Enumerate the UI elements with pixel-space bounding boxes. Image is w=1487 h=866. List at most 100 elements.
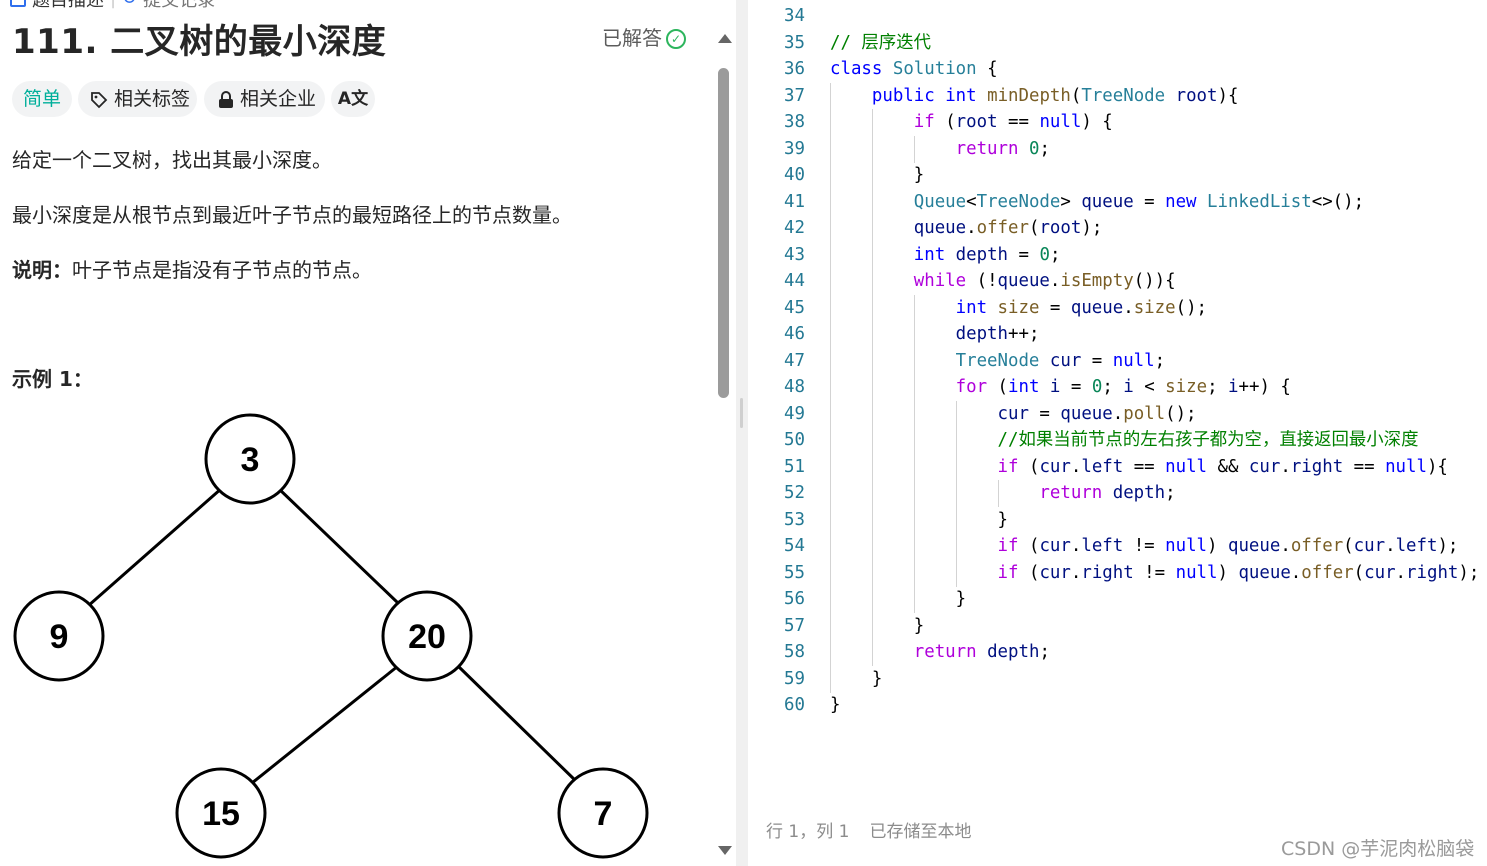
code-line[interactable]: 60} (748, 692, 1487, 719)
code-text[interactable]: if (cur.right != null) queue.offer(cur.r… (830, 560, 1480, 587)
code-line[interactable]: 46 depth++; (748, 321, 1487, 348)
code-line[interactable]: 38 if (root == null) { (748, 109, 1487, 136)
code-line[interactable]: 41 Queue<TreeNode> queue = new LinkedLis… (748, 188, 1487, 216)
line-number: 41 (784, 191, 805, 212)
example-title: 示例 1： (12, 367, 93, 391)
code-text[interactable]: return 0; (830, 136, 1050, 163)
solved-status: 已解答 ✓ (602, 22, 686, 51)
line-number: 51 (784, 456, 805, 477)
editor-status-bar: 行 1，列 1 已存储至本地 (766, 817, 971, 842)
code-line[interactable]: 59 } (748, 665, 1487, 693)
related-companies-label: 相关企业 (240, 88, 317, 110)
code-editor[interactable]: 34 35 // 层序迭代 36 class Solution {37 public i… (748, 0, 1487, 866)
code-text[interactable]: } (830, 507, 1008, 534)
code-text[interactable]: // 层序迭代 (830, 30, 931, 57)
code-text[interactable]: return depth; (830, 639, 1050, 666)
code-line[interactable]: 56 } (748, 586, 1487, 613)
code-line[interactable]: 53 } (748, 506, 1487, 534)
code-text[interactable]: depth++; (830, 321, 1040, 348)
code-line[interactable]: 42 queue.offer(root); (748, 215, 1487, 242)
code-text[interactable]: TreeNode cur = null; (830, 348, 1165, 375)
difficulty-badge[interactable]: 简单 (12, 81, 72, 117)
tree-edge (456, 664, 580, 785)
code-text[interactable]: if (root == null) { (830, 109, 1113, 136)
code-line[interactable]: 58 return depth; (748, 639, 1487, 666)
code-line[interactable]: 55 if (cur.right != null) queue.offer(cu… (748, 559, 1487, 587)
code-line[interactable]: 52 return depth; (748, 480, 1487, 507)
note: 说明：叶子节点是指没有子节点的节点。 (12, 254, 372, 283)
code-text[interactable]: } (830, 613, 924, 640)
code-line[interactable]: 44 while (!queue.isEmpty()){ (748, 268, 1487, 295)
code-line[interactable]: 40 } (748, 162, 1487, 189)
tree-node-label: 9 (50, 618, 69, 656)
drag-handle-icon[interactable] (740, 398, 743, 428)
line-number: 60 (784, 695, 805, 715)
note-label: 说明： (12, 258, 72, 282)
code-line[interactable]: 34 (748, 3, 1487, 30)
tree-node-label: 3 (241, 441, 260, 479)
code-line[interactable]: 36 class Solution { (748, 56, 1487, 83)
code-text[interactable]: } (830, 692, 840, 719)
tree-node-label: 20 (408, 618, 446, 656)
code-line[interactable]: 35 // 层序迭代 (748, 30, 1487, 57)
panel-splitter[interactable] (736, 0, 748, 866)
code-text[interactable]: queue.offer(root); (830, 215, 1103, 242)
code-line[interactable]: 54 if (cur.left != null) queue.offer(cur… (748, 533, 1487, 560)
solved-label: 已解答 (602, 26, 662, 50)
code-text[interactable]: Queue<TreeNode> queue = new LinkedList<>… (830, 189, 1364, 216)
line-number: 50 (784, 430, 805, 450)
line-number: 55 (784, 562, 805, 583)
code-line[interactable]: 39 return 0; (748, 135, 1487, 163)
code-text[interactable]: } (830, 666, 882, 693)
panel-tabs: 题目描述 | ↺ 提交记录 (0, 0, 215, 11)
check-circle-icon: ✓ (666, 29, 686, 49)
code-text[interactable]: public int minDepth(TreeNode root){ (830, 83, 1239, 110)
code-line[interactable]: 47 TreeNode cur = null; (748, 347, 1487, 375)
line-number: 54 (784, 536, 805, 556)
line-number: 37 (784, 85, 805, 106)
line-number: 46 (784, 324, 805, 344)
description-line: 给定一个二叉树，找出其最小深度。 (12, 148, 332, 172)
code-text[interactable]: class Solution { (830, 56, 998, 83)
problem-scrollbar[interactable] (714, 0, 736, 866)
code-text[interactable]: if (cur.left != null) queue.offer(cur.le… (830, 533, 1459, 560)
code-line[interactable]: 43 int depth = 0; (748, 241, 1487, 269)
code-text[interactable]: int size = queue.size(); (830, 295, 1207, 322)
scrollbar-thumb[interactable] (718, 68, 729, 398)
translate-button[interactable]: A文 (331, 81, 375, 117)
related-topics-button[interactable]: 相关标签 (78, 81, 197, 117)
code-line[interactable]: 57 } (748, 612, 1487, 640)
description-line: 最小深度是从根节点到最近叶子节点的最短路径上的节点数量。 (12, 203, 572, 227)
code-line[interactable]: 45 int size = queue.size(); (748, 294, 1487, 322)
code-line[interactable]: 50 //如果当前节点的左右孩子都为空，直接返回最小深度 (748, 427, 1487, 454)
code-text[interactable]: return depth; (830, 480, 1175, 507)
line-number: 43 (784, 244, 805, 265)
tab-submissions[interactable]: 提交记录 (143, 0, 215, 11)
code-text[interactable]: while (!queue.isEmpty()){ (830, 268, 1176, 295)
code-text[interactable]: } (830, 162, 924, 189)
code-text[interactable]: for (int i = 0; i < size; i++) { (830, 374, 1291, 401)
line-number: 49 (784, 403, 805, 424)
lock-icon (219, 90, 233, 108)
code-text[interactable]: if (cur.left == null && cur.right == nul… (830, 454, 1448, 481)
code-line[interactable]: 48 for (int i = 0; i < size; i++) { (748, 374, 1487, 401)
tab-description[interactable]: 题目描述 (32, 0, 104, 11)
code-line[interactable]: 49 cur = queue.poll(); (748, 400, 1487, 428)
history-icon: ↺ (122, 0, 137, 9)
binary-tree-diagram: 3 9 20 15 7 (13, 413, 649, 859)
tab-divider: | (110, 0, 116, 9)
code-text[interactable]: } (830, 586, 967, 613)
scroll-down-icon[interactable] (718, 846, 732, 855)
code-text[interactable]: //如果当前节点的左右孩子都为空，直接返回最小深度 (830, 427, 1419, 454)
line-number: 48 (784, 377, 805, 397)
code-line[interactable]: 37 public int minDepth(TreeNode root){ (748, 82, 1487, 110)
related-companies-button[interactable]: 相关企业 (204, 81, 325, 117)
line-number: 35 (784, 32, 805, 53)
code-text[interactable]: cur = queue.poll(); (830, 401, 1197, 428)
code-text[interactable]: int depth = 0; (830, 242, 1061, 269)
line-number: 45 (784, 297, 805, 318)
line-number: 40 (784, 165, 805, 185)
scroll-up-icon[interactable] (718, 34, 732, 43)
description-icon (10, 0, 26, 7)
code-line[interactable]: 51 if (cur.left == null && cur.right == … (748, 453, 1487, 481)
